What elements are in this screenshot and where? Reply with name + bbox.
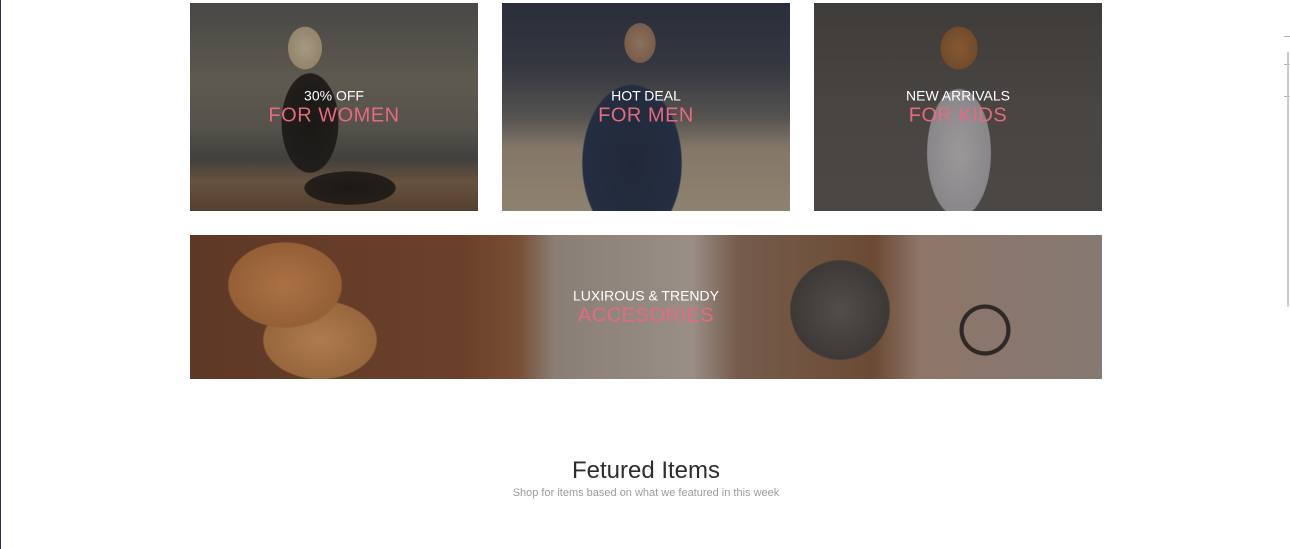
promo-title: FOR WOMEN xyxy=(268,104,400,127)
featured-title: Fetured Items xyxy=(571,457,721,484)
featured-section-header: Fetured Items Shop for items based on wh… xyxy=(1,456,1290,500)
promo-card-accessories[interactable]: LUXIROUS & TRENDY ACCESORIES xyxy=(190,235,1102,379)
page-scrollbar[interactable] xyxy=(1282,0,1290,549)
promo-card-kids[interactable]: NEW ARRIVALS FOR KIDS xyxy=(814,3,1102,211)
promo-title: FOR MEN xyxy=(598,104,694,127)
scrollbar-tick xyxy=(1284,36,1290,37)
promo-subtitle: LUXIROUS & TRENDY xyxy=(573,287,719,304)
promo-card-men[interactable]: HOT DEAL FOR MEN xyxy=(502,3,790,211)
promo-title: FOR KIDS xyxy=(908,104,1008,127)
promo-caption: HOT DEAL FOR MEN xyxy=(502,89,790,126)
scrollbar-thumb[interactable] xyxy=(1287,52,1289,307)
promo-card-women[interactable]: 30% OFF FOR WOMEN xyxy=(190,3,478,211)
promo-subtitle: NEW ARRIVALS xyxy=(906,87,1010,104)
featured-subtitle: Shop for items based on what we featured… xyxy=(512,487,780,499)
promo-caption: NEW ARRIVALS FOR KIDS xyxy=(814,89,1102,126)
promo-subtitle: HOT DEAL xyxy=(611,87,681,104)
promo-title: ACCESORIES xyxy=(577,304,715,327)
promo-caption: LUXIROUS & TRENDY ACCESORIES xyxy=(190,289,1102,326)
promo-subtitle: 30% OFF xyxy=(304,87,364,104)
promo-caption: 30% OFF FOR WOMEN xyxy=(190,89,478,126)
page: 30% OFF FOR WOMEN HOT DEAL FOR MEN NEW A… xyxy=(0,0,1290,549)
